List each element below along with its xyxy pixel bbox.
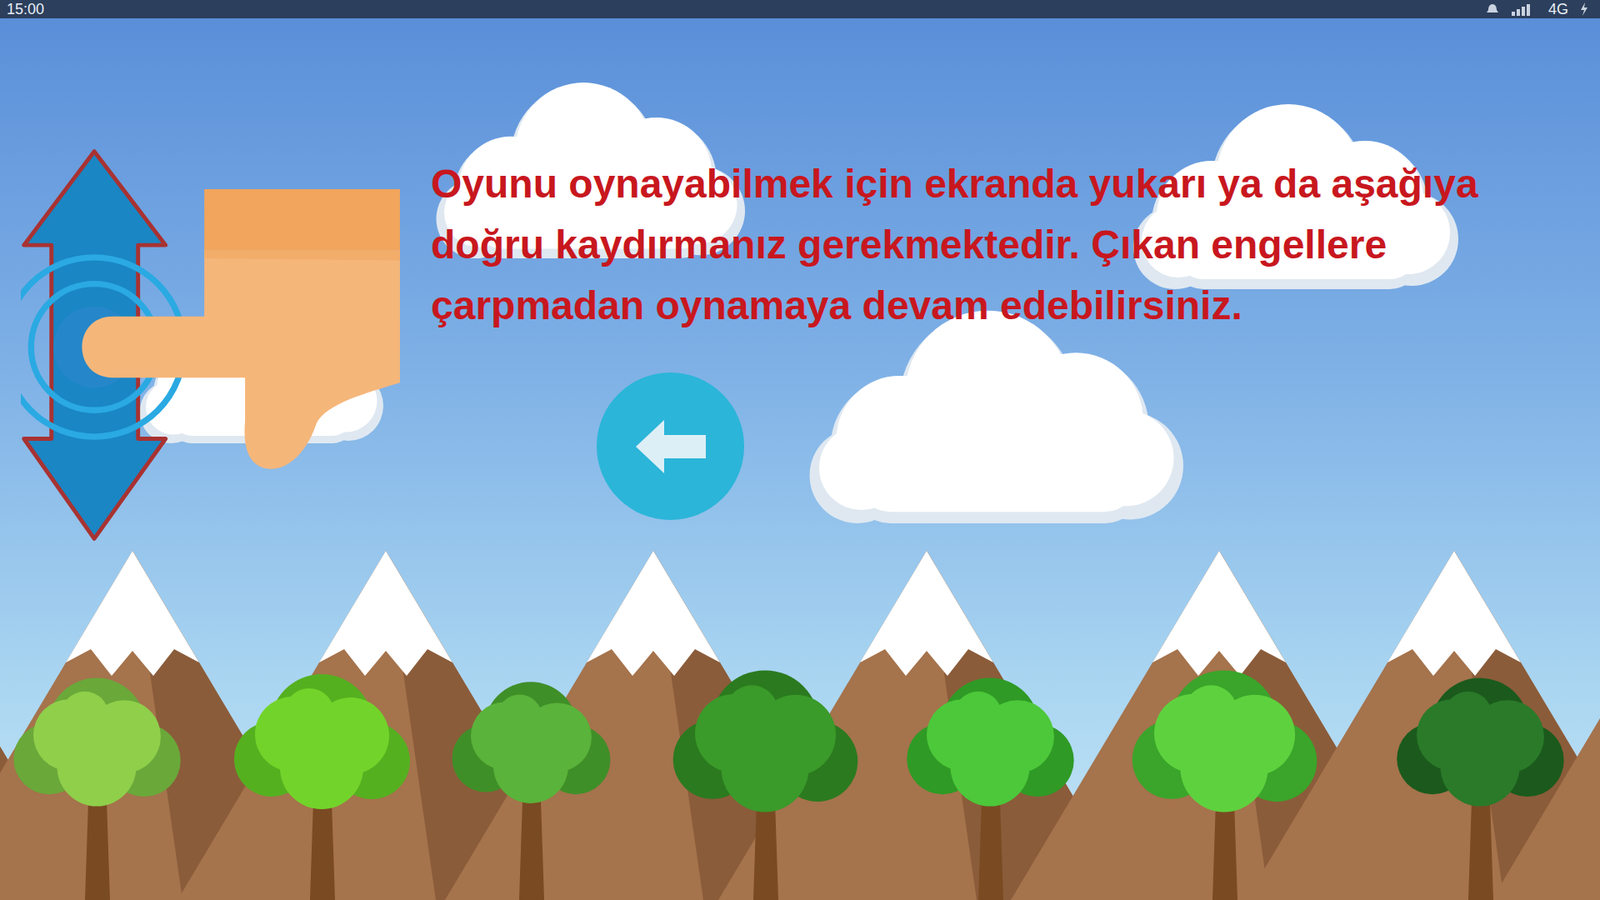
tree xyxy=(452,681,611,900)
tutorial-row: Oyunu oynayabilmek için ekranda yukarı y… xyxy=(0,18,1600,542)
tree xyxy=(673,670,859,900)
cloud xyxy=(810,310,1185,524)
signal-icon xyxy=(1511,2,1537,16)
swipe-gesture-icon xyxy=(20,148,400,542)
tree xyxy=(1132,670,1318,900)
network-type: 4G xyxy=(1548,0,1569,19)
tree xyxy=(234,674,410,900)
game-scene: Oyunu oynayabilmek için ekranda yukarı y… xyxy=(0,18,1600,900)
instructions-text: Oyunu oynayabilmek için ekranda yukarı y… xyxy=(430,153,1590,336)
tree xyxy=(13,678,180,900)
instructions-panel: Oyunu oynayabilmek için ekranda yukarı y… xyxy=(430,148,1590,520)
status-bar: 15:00 4G xyxy=(0,0,1600,19)
mountain xyxy=(177,550,595,900)
back-arrow-icon xyxy=(632,416,710,477)
status-icons: 4G xyxy=(1485,0,1589,19)
tree xyxy=(906,678,1074,900)
charging-icon xyxy=(1580,2,1589,16)
alarm-icon xyxy=(1485,2,1500,16)
status-time: 15:00 xyxy=(6,0,45,19)
tree xyxy=(1396,678,1564,900)
back-button[interactable] xyxy=(596,372,745,520)
game-screen: 15:00 4G Oyunu oynayabilmek için ekranda y… xyxy=(0,0,1600,900)
landscape xyxy=(0,550,1600,900)
